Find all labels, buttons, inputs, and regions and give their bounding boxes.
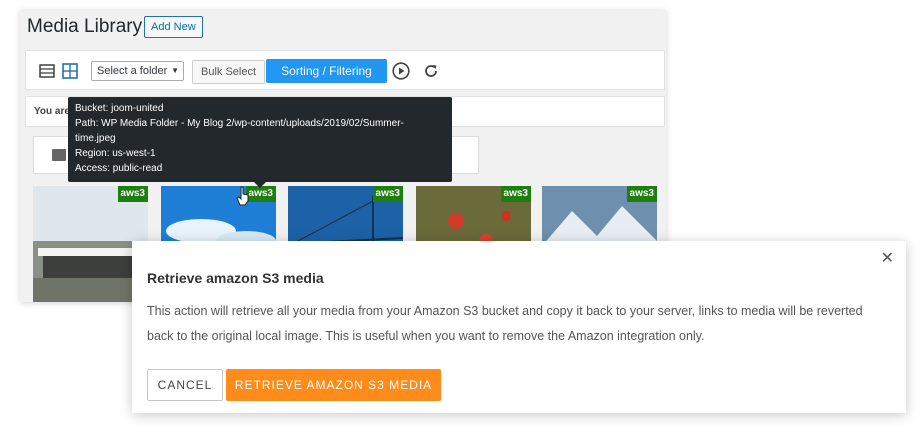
media-thumbnail[interactable]: aws3 <box>33 186 148 302</box>
folder-select-value: Select a folder <box>97 65 168 77</box>
tooltip-bucket: Bucket: joom-united <box>75 103 164 114</box>
retrieve-s3-media-button[interactable]: RETRIEVE AMAZON S3 MEDIA <box>226 369 441 401</box>
list-view-icon[interactable] <box>39 63 55 79</box>
retrieve-s3-dialog: ✕ Retrieve amazon S3 media This action w… <box>132 241 906 413</box>
add-new-button[interactable]: Add New <box>144 16 203 38</box>
upload-icon <box>52 149 66 161</box>
aws3-badge: aws3 <box>372 186 403 202</box>
cursor-hand-icon <box>236 186 249 206</box>
aws3-badge: aws3 <box>626 186 657 202</box>
aws3-badge: aws3 <box>500 186 531 202</box>
play-icon[interactable] <box>392 62 410 80</box>
folder-select[interactable]: Select a folder ▼ <box>91 61 184 81</box>
aws3-badge: aws3 <box>117 186 148 202</box>
tooltip-path: Path: WP Media Folder - My Blog 2/wp-con… <box>75 118 404 129</box>
house-photo <box>33 186 148 302</box>
cancel-button[interactable]: CANCEL <box>147 369 223 401</box>
close-icon[interactable]: ✕ <box>881 248 894 268</box>
page-title: Media Library <box>27 16 143 37</box>
grid-view-icon[interactable] <box>62 63 78 79</box>
aws3-badge: aws3 <box>245 186 276 202</box>
media-toolbar: Select a folder ▼ Bulk Select Sorting / … <box>25 50 665 90</box>
bulk-select-button[interactable]: Bulk Select <box>192 60 266 84</box>
chevron-down-icon: ▼ <box>171 66 179 75</box>
tooltip-access: Access: public-read <box>75 163 163 174</box>
sorting-filtering-button[interactable]: Sorting / Filtering <box>266 59 387 83</box>
tooltip-region: Region: us-west-1 <box>75 148 156 159</box>
media-info-tooltip: Bucket: joom-united Path: WP Media Folde… <box>68 97 452 182</box>
tooltip-arrow <box>254 182 266 188</box>
dialog-title: Retrieve amazon S3 media <box>147 270 324 286</box>
dialog-body: This action will retrieve all your media… <box>147 304 863 343</box>
refresh-icon[interactable] <box>422 62 440 80</box>
tooltip-path-continued: time.jpeg <box>75 133 116 144</box>
